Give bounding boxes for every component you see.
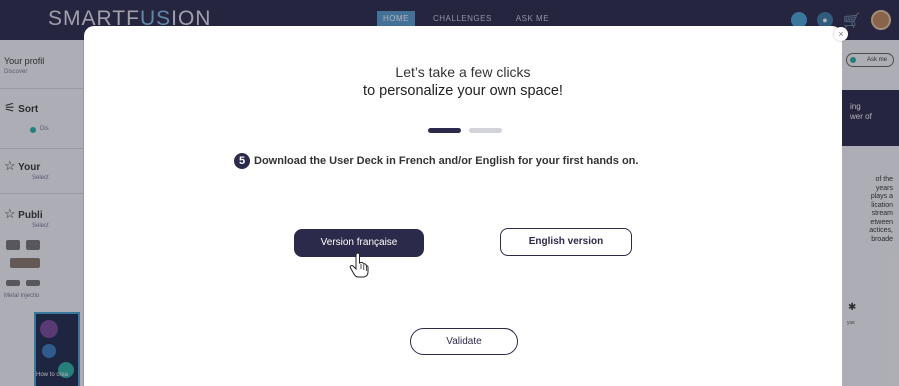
close-icon[interactable]: × — [834, 27, 848, 41]
english-version-button[interactable]: English version — [500, 228, 632, 256]
onboarding-modal: Let’s take a few clicks to personalize y… — [84, 26, 842, 386]
modal-title-line1: Let’s take a few clicks — [395, 64, 531, 80]
step-dot-active — [428, 128, 461, 133]
modal-title-line2: to personalize your own space! — [363, 83, 563, 99]
validate-button[interactable]: Validate — [410, 328, 518, 355]
step-number-badge: 5 — [234, 153, 250, 169]
instruction-row: 5 Download the User Deck in French and/o… — [234, 153, 638, 169]
instruction-text: Download the User Deck in French and/or … — [254, 155, 639, 167]
page: SMARTFUSION HOME CHALLENGES ASK ME ● 🛒 Y… — [0, 0, 899, 386]
step-indicator — [428, 128, 502, 133]
step-dot — [469, 128, 502, 133]
hand-cursor-icon — [349, 252, 369, 278]
